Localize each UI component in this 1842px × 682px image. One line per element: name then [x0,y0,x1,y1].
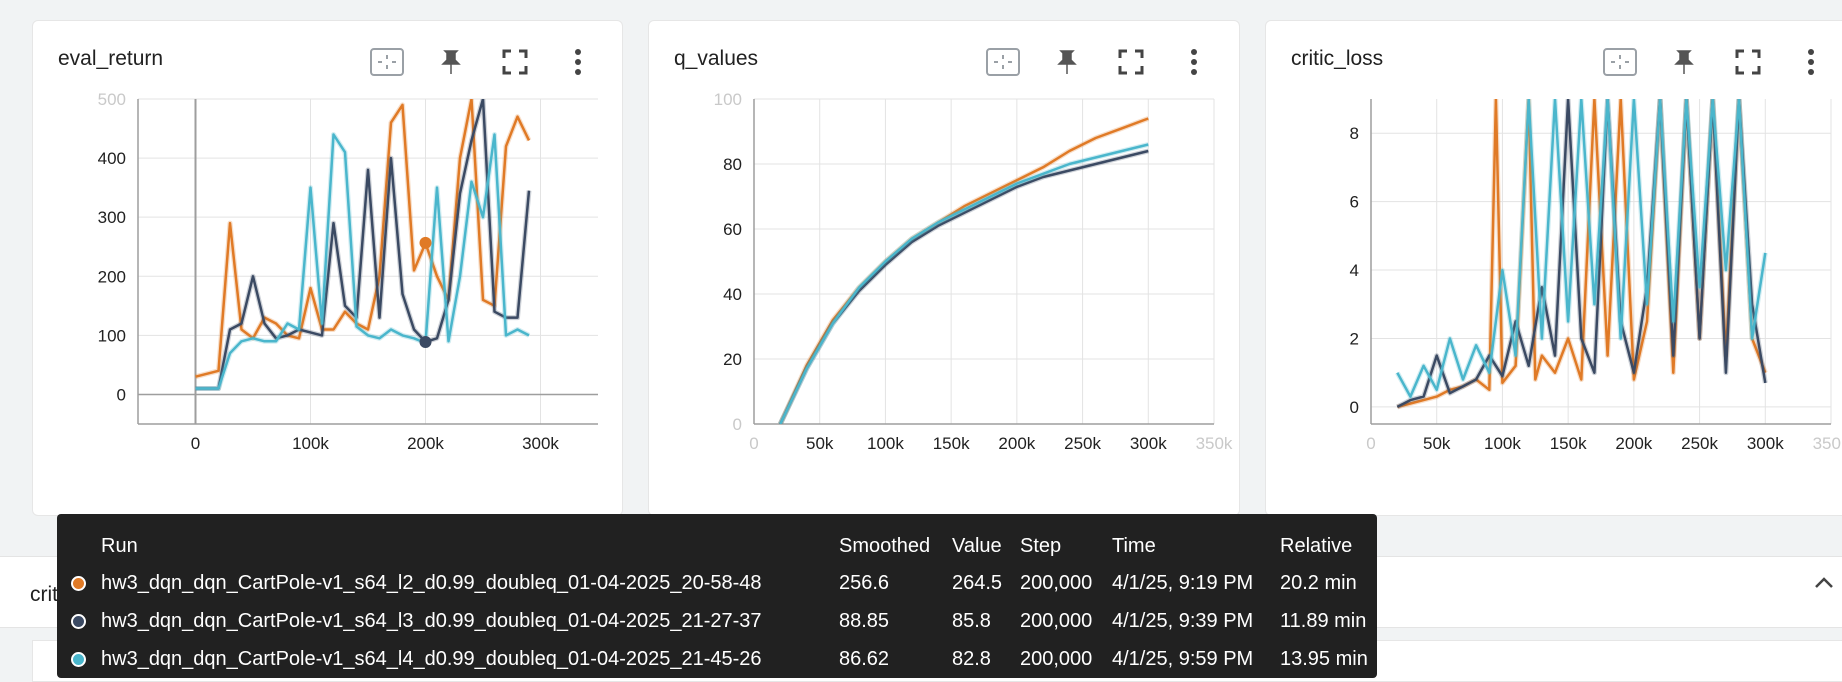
chart-card-eval-return: eval_return 0 100k 200k 300k 0 100 200 300 400 50… [32,20,623,516]
chart-card-q-values: q_values 0 50k 100k 150k 200k 250k 300k 350k 0 20… [648,20,1240,516]
y-tick-label: 80 [723,155,742,174]
x-tick-label: 0 [1366,434,1375,453]
y-tick-label: 400 [98,149,126,168]
tooltip-row: hw3_dqn_dqn_CartPole-v1_s64_l3_d0.99_dou… [67,602,1372,640]
x-tick-label: 0 [191,434,200,453]
y-tick-label: 40 [723,285,742,304]
y-tick-label: 8 [1350,124,1359,143]
series-line [779,149,1149,424]
x-tick-label: 300k [522,434,559,453]
y-tick-label: 0 [1350,398,1359,417]
hover-marker [419,236,432,249]
col-relative: Relative [1280,534,1353,557]
x-tick-label: 350k [1196,434,1233,453]
time-value: 4/1/25, 9:59 PM [1112,647,1254,670]
x-tick-label: 100k [867,434,904,453]
series-group [1395,99,1768,410]
series-line [779,143,1149,424]
raw-value: 264.5 [952,571,1003,594]
x-tick-label: 200k [998,434,1035,453]
col-smoothed: Smoothed [839,534,931,557]
x-tick-label: 200k [1615,434,1652,453]
y-tick-label: 6 [1350,193,1359,212]
relative-value: 11.89 min [1280,609,1367,632]
y-tick-label: 300 [98,208,126,227]
series-group [194,99,532,391]
raw-value: 82.8 [952,647,991,670]
tooltip-row: hw3_dqn_dqn_CartPole-v1_s64_l4_d0.99_dou… [67,640,1372,678]
chevron-up-icon[interactable] [1814,575,1834,594]
run-color-dot [71,575,86,591]
run-name: hw3_dqn_dqn_CartPole-v1_s64_l2_d0.99_dou… [101,571,762,594]
hover-tooltip: Run Smoothed Value Step Time Relative hw… [57,514,1377,678]
y-tick-label: 0 [733,415,742,434]
x-tick-label: 50k [806,434,834,453]
y-tick-label: 500 [98,90,126,109]
smoothed-value: 88.85 [839,609,890,632]
x-tick-label: 100k [292,434,329,453]
raw-value: 85.8 [952,609,991,632]
tooltip-row: hw3_dqn_dqn_CartPole-v1_s64_l2_d0.99_dou… [67,564,1372,602]
x-tick-label: 300k [1747,434,1784,453]
step-value: 200,000 [1020,647,1093,670]
smoothed-value: 256.6 [839,571,890,594]
col-run: Run [101,534,138,557]
col-time: Time [1112,534,1156,557]
y-tick-label: 60 [723,220,742,239]
line-chart-critic-loss[interactable]: 0 50k 100k 150k 200k 250k 300k 350k 0 2 4 6 8 [1266,21,1842,515]
x-tick-label: 300k [1130,434,1167,453]
x-tick-label: 250k [1681,434,1718,453]
y-tick-label: 200 [98,267,126,286]
line-chart-q-values[interactable]: 0 50k 100k 150k 200k 250k 300k 350k 0 20 40 60 80 100 [649,21,1239,515]
x-tick-label: 0 [749,434,758,453]
x-tick-label: 100k [1484,434,1521,453]
series-raw-line [778,142,1149,424]
hover-marker [419,335,432,348]
y-tick-label: 0 [117,385,126,404]
run-color-dot [71,613,86,629]
time-value: 4/1/25, 9:19 PM [1112,571,1254,594]
x-tick-label: 50k [1423,434,1451,453]
y-tick-label: 4 [1350,261,1359,280]
col-step: Step [1020,534,1062,557]
x-tick-label: 150k [1550,434,1587,453]
x-tick-label: 200k [407,434,444,453]
relative-value: 13.95 min [1280,647,1368,670]
relative-value: 20.2 min [1280,571,1357,594]
run-color-dot [71,651,86,667]
step-value: 200,000 [1020,609,1093,632]
run-name: hw3_dqn_dqn_CartPole-v1_s64_l3_d0.99_dou… [101,609,762,632]
chart-card-critic-loss: critic_loss 050k100k150k200k250k300k350k… [1265,20,1842,516]
smoothed-value: 86.62 [839,647,890,670]
col-value: Value [952,534,1002,557]
line-chart-eval-return[interactable]: 0 100k 200k 300k 0 100 200 300 400 500 [33,21,622,515]
x-tick-label: 150k [933,434,970,453]
series-raw-line [778,148,1149,424]
x-tick-label: 350k [1813,434,1842,453]
step-value: 200,000 [1020,571,1093,594]
y-tick-label: 20 [723,350,742,369]
x-tick-label: 250k [1064,434,1101,453]
tooltip-table: Run Smoothed Value Step Time Relative hw… [67,528,1372,678]
y-tick-label: 2 [1350,329,1359,348]
y-tick-label: 100 [714,90,742,109]
run-name: hw3_dqn_dqn_CartPole-v1_s64_l4_d0.99_dou… [101,647,762,670]
y-tick-label: 100 [98,326,126,345]
time-value: 4/1/25, 9:39 PM [1112,609,1254,632]
